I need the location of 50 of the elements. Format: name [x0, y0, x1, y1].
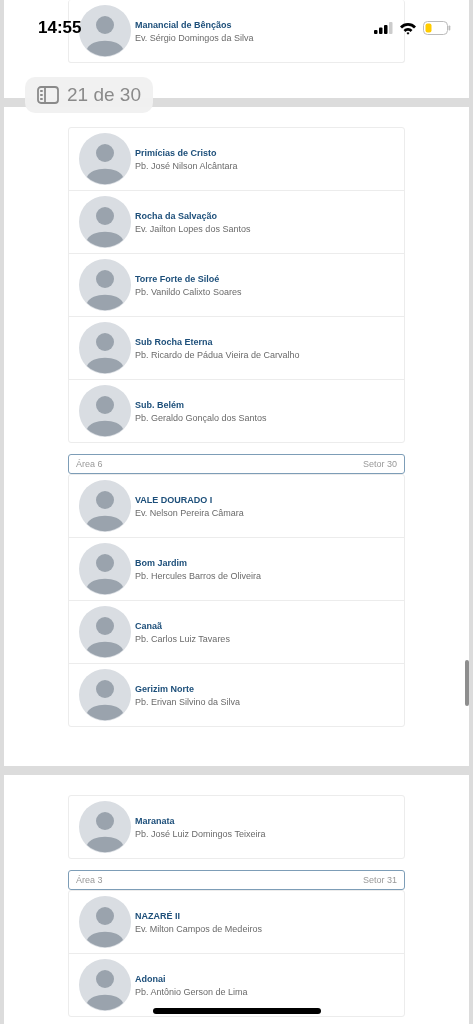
church-name: Adonai: [135, 973, 167, 984]
avatar-silhouette: [79, 896, 131, 948]
church-name: Sub Rocha Eterna: [135, 336, 214, 347]
church-name: VALE DOURADO I: [135, 494, 214, 505]
church-name: Torre Forte de Siloé: [135, 273, 221, 284]
area-label: Área 3: [76, 875, 103, 885]
pastor-name: Pb. Vanildo Calixto Soares: [135, 286, 242, 297]
church-name: Maranata: [135, 815, 176, 826]
sector-label: Setor 31: [362, 875, 397, 885]
church-name: Manancial de Bênçãos: [135, 19, 233, 30]
pastor-name: Pb. Erivan Silvino da Silva: [135, 696, 241, 707]
church-name: Bom Jardim: [135, 557, 188, 568]
status-time: 14:55: [38, 18, 82, 38]
avatar-silhouette: [79, 801, 131, 853]
avatar-silhouette: [79, 385, 131, 437]
avatar-silhouette: [79, 543, 131, 595]
avatar-silhouette: [79, 606, 131, 658]
signal-icon: [374, 22, 393, 34]
avatar-silhouette: [79, 196, 131, 248]
church-name: Rocha da Salvação: [135, 210, 219, 221]
avatar-silhouette: [79, 959, 131, 1011]
pastor-name: Pb. Carlos Luiz Tavares: [135, 633, 230, 644]
sidebar-icon: [37, 86, 59, 104]
avatar-silhouette: [79, 133, 131, 185]
avatar-silhouette: [79, 480, 131, 532]
pastor-name: Ev. Milton Campos de Medeiros: [135, 923, 262, 934]
battery-icon: [423, 21, 451, 35]
pastor-name: Pb. José Nilson Alcântara: [135, 160, 238, 171]
avatar-silhouette: [79, 5, 131, 57]
sector-label: Setor 30: [362, 459, 397, 469]
church-name: Canaã: [135, 620, 163, 631]
pastor-name: Ev. Jailton Lopes dos Santos: [135, 223, 251, 234]
pastor-name: Ev. Nelson Pereira Câmara: [135, 507, 244, 518]
pastor-name: Pb. Geraldo Gonçalo dos Santos: [135, 412, 267, 423]
scroll-indicator[interactable]: [465, 660, 469, 706]
pastor-name: Pb. Antônio Gerson de Lima: [135, 986, 248, 997]
area-label: Área 6: [76, 459, 103, 469]
avatar-silhouette: [79, 322, 131, 374]
church-name: NAZARÉ II: [135, 910, 181, 921]
avatar-silhouette: [79, 669, 131, 721]
page-indicator[interactable]: 21 de 30: [25, 77, 153, 113]
pastor-name: Pb. Hercules Barros de Oliveira: [135, 570, 262, 581]
wifi-icon: [399, 21, 417, 35]
avatar-silhouette: [79, 259, 131, 311]
church-name: Gerizim Norte: [135, 683, 195, 694]
pastor-name: Ev. Sérgio Domingos da Silva: [135, 32, 254, 43]
pastor-name: Pb. José Luiz Domingos Teixeira: [135, 828, 266, 839]
pastor-name: Pb. Ricardo de Pádua Vieira de Carvalho: [135, 349, 300, 360]
church-name: Primícias de Cristo: [135, 147, 218, 158]
church-name: Sub. Belém: [135, 399, 185, 410]
